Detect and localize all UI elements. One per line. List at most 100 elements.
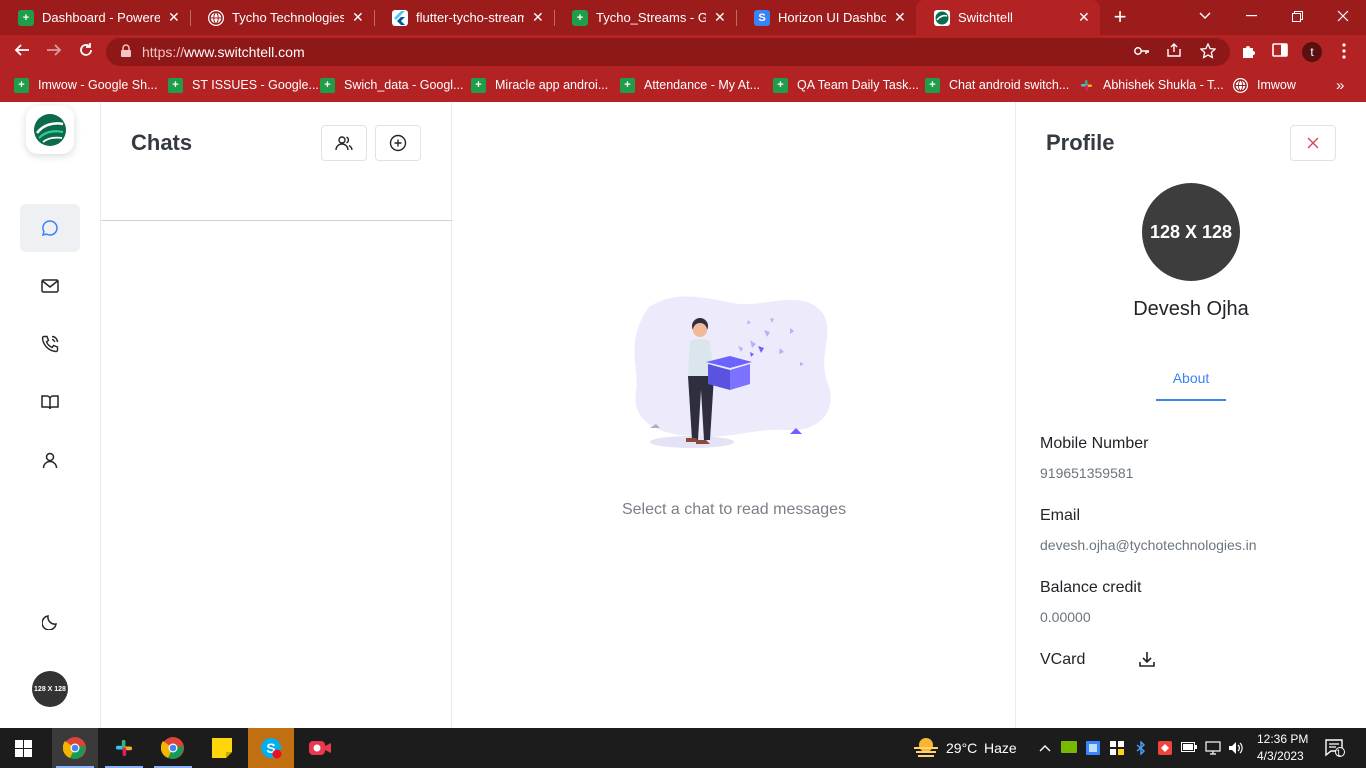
nav-mail-button[interactable]	[20, 262, 80, 310]
tab-title: Tycho_Streams - Goog	[596, 10, 706, 25]
clock-date[interactable]: 4/3/2023	[1257, 749, 1304, 763]
chat-list-panel: Chats	[101, 102, 452, 728]
bookmark-label: Chat android switch...	[949, 78, 1070, 92]
network-app-icon[interactable]	[1085, 741, 1101, 755]
close-window-button[interactable]	[1320, 0, 1366, 32]
browser-tab[interactable]: + Tycho_Streams - Goog ✕	[554, 0, 736, 35]
share-icon[interactable]	[1164, 43, 1184, 61]
dark-mode-toggle[interactable]	[20, 598, 80, 646]
clock-time[interactable]: 12:36 PM	[1257, 732, 1308, 746]
reload-icon[interactable]	[74, 41, 98, 63]
bookmark-label: Miracle app androi...	[495, 78, 609, 92]
nav-profile-button[interactable]	[20, 436, 80, 484]
back-arrow-icon[interactable]	[10, 41, 34, 63]
close-tab-icon[interactable]: ✕	[532, 9, 544, 26]
notification-count: 1	[1336, 748, 1342, 758]
bookmark-label: Imwow	[1257, 78, 1296, 92]
bookmark-item[interactable]: + QA Team Daily Task...	[773, 76, 919, 94]
battery-icon[interactable]	[1181, 741, 1197, 755]
taskbar-recorder-app[interactable]	[297, 728, 343, 768]
nav-calls-button[interactable]	[20, 320, 80, 368]
chat-list-divider	[101, 220, 452, 221]
bookmarks-bar: + Imwow - Google Sh... + ST ISSUES - Googl…	[0, 69, 1366, 102]
google-sheets-icon: +	[572, 9, 588, 26]
browser-tab[interactable]: flutter-tycho-stream.e ✕	[374, 0, 554, 35]
bookmark-item[interactable]: Abhishek Shukla - T...	[1079, 76, 1224, 94]
browser-tab[interactable]: S Horizon UI Dashboard ✕	[736, 0, 916, 35]
network-wired-icon[interactable]	[1205, 741, 1221, 755]
close-icon	[1307, 137, 1319, 149]
browser-tab[interactable]: + Dashboard - Powered ✕	[0, 0, 190, 35]
tab-about[interactable]: About	[1156, 370, 1226, 386]
more-bookmarks-chevron-icon[interactable]: »	[1336, 76, 1344, 94]
google-sheets-icon: +	[14, 77, 29, 93]
mobile-number-value: 919651359581	[1040, 465, 1134, 481]
close-tab-icon[interactable]: ✕	[168, 9, 180, 26]
profile-title: Profile	[1046, 130, 1115, 155]
minimize-button[interactable]	[1228, 0, 1274, 32]
switchtell-logo[interactable]	[26, 106, 74, 154]
user-avatar[interactable]: 128 X 128	[32, 671, 68, 707]
profile-panel: Profile 128 X 128 Devesh Ojha About Mobi…	[1016, 102, 1366, 728]
taskbar-chrome-app[interactable]	[52, 728, 98, 768]
browser-tab-active[interactable]: Switchtell ✕	[916, 0, 1100, 35]
new-chat-button[interactable]	[375, 125, 421, 161]
lock-icon[interactable]	[120, 44, 134, 58]
bookmark-item[interactable]: + Miracle app androi...	[471, 76, 608, 94]
restore-button[interactable]	[1274, 0, 1320, 32]
bookmark-item[interactable]: Imwow	[1233, 76, 1296, 94]
url-text[interactable]: https://www.switchtell.com	[142, 44, 305, 60]
bookmark-item[interactable]: + Chat android switch...	[925, 76, 1069, 94]
close-profile-button[interactable]	[1290, 125, 1336, 161]
slack-icon	[115, 739, 133, 757]
new-tab-button[interactable]: +	[1108, 4, 1132, 30]
close-tab-icon[interactable]: ✕	[894, 9, 906, 26]
nav-contacts-book-button[interactable]	[20, 378, 80, 426]
anydesk-icon[interactable]	[1157, 741, 1173, 755]
profile-name: Devesh Ojha	[1133, 298, 1249, 320]
download-vcard-button[interactable]	[1138, 650, 1160, 672]
google-sheets-icon: +	[620, 77, 635, 93]
contacts-group-button[interactable]	[321, 125, 367, 161]
taskbar-slack-app[interactable]	[101, 728, 147, 768]
mobile-number-label: Mobile Number	[1040, 435, 1149, 452]
windows-start-button[interactable]	[0, 728, 46, 768]
key-icon[interactable]	[1132, 43, 1152, 61]
nvidia-icon[interactable]	[1061, 741, 1077, 755]
chats-title: Chats	[131, 130, 193, 155]
bookmark-label: Abhishek Shukla - T...	[1103, 78, 1224, 92]
forward-arrow-icon[interactable]	[42, 41, 66, 63]
extensions-puzzle-icon[interactable]	[1238, 43, 1258, 63]
notification-center-icon[interactable]	[1324, 739, 1346, 757]
phone-call-icon	[41, 335, 59, 353]
browser-tab[interactable]: Tycho Technologies: M ✕	[190, 0, 374, 35]
close-tab-icon[interactable]: ✕	[714, 9, 726, 26]
bookmark-item[interactable]: + Attendance - My At...	[620, 76, 760, 94]
bookmark-item[interactable]: + ST ISSUES - Google...	[168, 76, 319, 94]
user-icon	[42, 452, 58, 468]
browser-profile-avatar[interactable]: t	[1302, 42, 1322, 62]
switchtell-icon	[934, 9, 950, 26]
taskbar-chrome-profile-app[interactable]	[150, 728, 196, 768]
bluetooth-icon[interactable]	[1133, 740, 1149, 756]
bookmark-star-icon[interactable]	[1198, 42, 1218, 61]
omnibox[interactable]: https://www.switchtell.com	[106, 38, 1230, 66]
bookmark-item[interactable]: + Swich_data - Googl...	[320, 76, 464, 94]
close-tab-icon[interactable]: ✕	[1078, 9, 1090, 26]
nav-chats-button[interactable]	[20, 204, 80, 252]
close-tab-icon[interactable]: ✕	[352, 9, 364, 26]
volume-icon[interactable]	[1228, 741, 1244, 755]
defender-icon[interactable]	[1109, 741, 1125, 755]
tab-search-icon[interactable]	[1182, 0, 1228, 32]
side-panel-icon[interactable]	[1270, 43, 1290, 63]
taskbar-skype-app[interactable]: S	[248, 728, 294, 768]
weather-temperature[interactable]: 29°C	[946, 740, 977, 756]
empty-state-message: Select a chat to read messages	[621, 501, 847, 518]
weather-description[interactable]: Haze	[984, 740, 1017, 756]
browser-menu-icon[interactable]	[1334, 43, 1354, 63]
taskbar-sticky-notes-app[interactable]	[199, 728, 245, 768]
bookmark-item[interactable]: + Imwow - Google Sh...	[14, 76, 158, 94]
users-icon	[335, 136, 353, 151]
tray-overflow-chevron-icon[interactable]	[1037, 741, 1053, 755]
windows-logo-icon	[14, 739, 32, 757]
